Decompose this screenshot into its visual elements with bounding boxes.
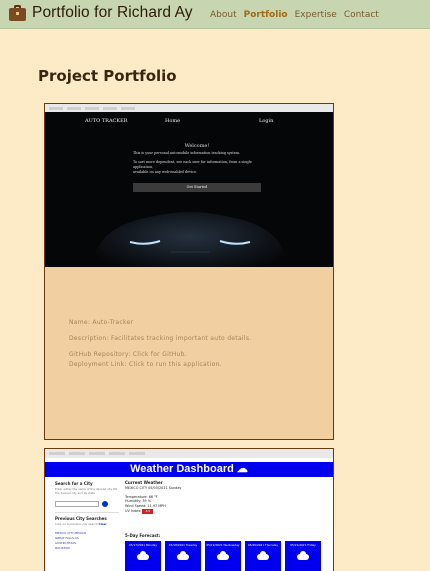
briefcase-icon [9, 5, 26, 21]
screenshot-login-link: Login [259, 118, 274, 124]
deployment-link[interactable]: Deployment Link: Click to run this appli… [69, 360, 252, 370]
previous-searches-label: Previous City Searches [55, 512, 119, 521]
github-link[interactable]: GitHub Repository: Click for GitHub. [69, 350, 252, 360]
search-hint: Enter either the name of the desired cit… [55, 487, 118, 495]
search-icon [102, 501, 108, 507]
uv-index: UV Index: 3.5 [125, 508, 321, 514]
nav-link-about[interactable]: About [210, 10, 237, 20]
nav-link-contact[interactable]: Contact [344, 10, 379, 20]
browser-bar [45, 104, 333, 112]
search-input [55, 501, 99, 507]
brand[interactable]: Portfolio for Richard Ay [9, 4, 193, 22]
project-card-weather-dashboard: Weather Dashboard ☁ Search for a City En… [44, 448, 334, 571]
forecast-card: 05/19/2021 Wednesday [205, 541, 241, 571]
site-title: Portfolio for Richard Ay [32, 4, 193, 21]
city-item: HOUSTON [55, 545, 70, 550]
car-image [95, 212, 285, 267]
cloud-icon [177, 551, 189, 560]
forecast-label: 5-Day Forecast: [125, 533, 161, 538]
project-name: Name: Auto-Tracker [69, 319, 134, 326]
forecast-card: 05/20/2021 Thursday [245, 541, 281, 571]
screenshot-home-link: Home [165, 118, 181, 124]
project-card-auto-tracker: AUTO TRACKER Home Login Welcome! This is… [44, 103, 334, 440]
nav-link-expertise[interactable]: Expertise [295, 10, 337, 20]
welcome-line: To sort more dependent, see each user fo… [133, 160, 252, 169]
project-screenshot[interactable]: AUTO TRACKER Home Login Welcome! This is… [45, 104, 333, 267]
project-screenshot[interactable]: Weather Dashboard ☁ Search for a City En… [45, 449, 333, 571]
welcome-line: available on any web-enabled device. [133, 170, 198, 174]
section-title: Project Portfolio [38, 67, 177, 85]
main-nav: About Portfolio Expertise Contact [210, 10, 379, 20]
nav-link-portfolio[interactable]: Portfolio [244, 10, 288, 20]
browser-bar [45, 449, 333, 458]
cloud-icon [137, 551, 149, 560]
project-description: Description: Facilitates tracking import… [69, 335, 252, 342]
search-label: Search for a City [55, 481, 93, 486]
cloud-icon [297, 551, 309, 560]
forecast-card: 05/17/2021 Monday [125, 541, 161, 571]
top-navbar: Portfolio for Richard Ay About Portfolio… [0, 0, 430, 29]
weather-sidebar: Search for a City Enter either the name … [55, 481, 119, 551]
forecast-card: 05/21/2021 Friday [285, 541, 321, 571]
get-started-button: Get Started [133, 183, 261, 192]
cloud-icon [257, 551, 269, 560]
city-list: MEXICO CITY,MEXICO GREAT FALLS,US AUSTIN… [55, 531, 119, 551]
previous-hint: Click on a previous city search Clear [55, 522, 107, 526]
screenshot-brand: AUTO TRACKER [85, 118, 128, 124]
cloud-icon [217, 551, 229, 560]
current-weather: Current Weather MEXICO CITY 05/05/2021 S… [125, 480, 321, 514]
welcome-title: Welcome! [184, 143, 210, 149]
forecast-card: 05/18/2021 Tuesday [165, 541, 201, 571]
screenshot-welcome: Welcome! This is your personal automobil… [133, 144, 261, 192]
project-info: Name: Auto-Tracker Description: Facilita… [69, 318, 252, 370]
weather-title: Weather Dashboard ☁ [45, 462, 333, 477]
